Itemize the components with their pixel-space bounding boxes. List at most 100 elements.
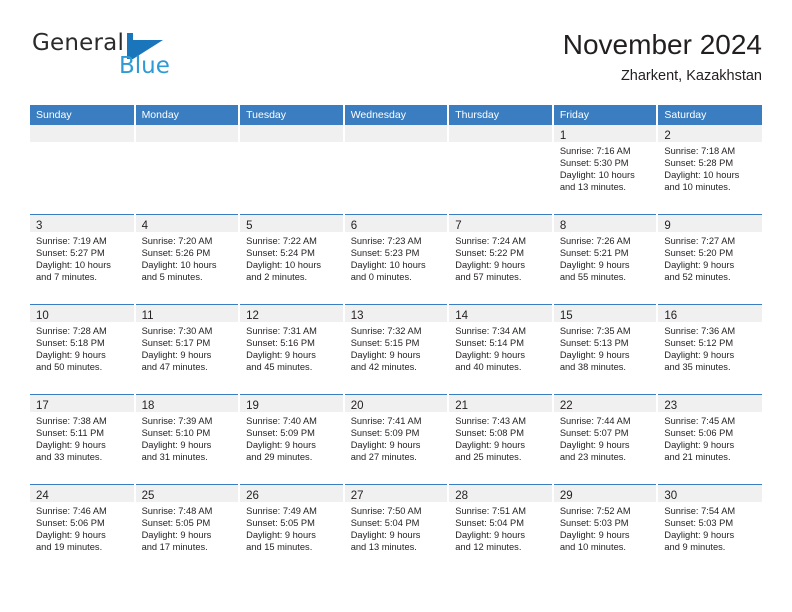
sunrise-text: Sunrise: 7:20 AM — [141, 236, 213, 246]
calendar-day-cell[interactable]: 21 Sunrise: 7:43 AM Sunset: 5:08 PM Dayligh… — [448, 394, 554, 485]
page-title: November 2024 — [562, 29, 762, 60]
day-number-band: 24 — [30, 485, 134, 502]
calendar-day-cell[interactable]: 15 Sunrise: 7:35 AM Sunset: 5:13 PM Dayligh… — [552, 304, 659, 395]
calendar-day-cell[interactable]: 13 Sunrise: 7:32 AM Sunset: 5:15 PM Dayligh… — [343, 304, 450, 395]
daylight-text: Daylight: 9 hours — [36, 530, 106, 541]
calendar-day-cell[interactable]: 16 Sunrise: 7:36 AM Sunset: 5:12 PM Dayligh… — [657, 304, 762, 395]
calendar-day-cell[interactable]: 11 Sunrise: 7:30 AM Sunset: 5:17 PM Dayligh… — [134, 304, 241, 395]
day-detail-block — [240, 142, 343, 145]
day-number-band: 12 — [240, 305, 343, 322]
day-number: 20 — [350, 400, 364, 412]
day-number-band: 11 — [135, 305, 239, 322]
calendar-day-cell[interactable]: 24 Sunrise: 7:46 AM Sunset: 5:06 PM Dayligh… — [30, 484, 136, 574]
calendar-day-cell[interactable]: 27 Sunrise: 7:50 AM Sunset: 5:04 PM Dayligh… — [343, 484, 450, 574]
calendar-day-cell[interactable]: 29 Sunrise: 7:52 AM Sunset: 5:03 PM Dayligh… — [552, 484, 659, 574]
sunrise-text: Sunrise: 7:39 AM — [141, 416, 213, 426]
calendar-day-cell[interactable]: 5 Sunrise: 7:22 AM Sunset: 5:24 PM Daylight… — [239, 214, 345, 305]
calendar-day-cell[interactable]: 22 Sunrise: 7:44 AM Sunset: 5:07 PM Dayligh… — [552, 394, 659, 485]
day-number: 15 — [559, 310, 573, 322]
daylight-text-cont: and 10 minutes. — [664, 182, 731, 193]
day-number: 25 — [141, 490, 155, 502]
day-detail-block: Sunrise: 7:49 AM Sunset: 5:05 PM Daylight:… — [240, 502, 343, 553]
brand-logo[interactable]: General Blue — [30, 30, 210, 86]
day-number-band: 25 — [135, 485, 239, 502]
daylight-text-cont: and 57 minutes. — [455, 272, 522, 283]
calendar-body: 1 Sunrise: 7:16 AM Sunset: 5:30 PM Daylight… — [30, 125, 762, 574]
day-number-band — [449, 125, 552, 142]
daylight-text: Daylight: 9 hours — [246, 530, 316, 541]
calendar-day-cell[interactable]: 23 Sunrise: 7:45 AM Sunset: 5:06 PM Dayligh… — [657, 394, 762, 485]
calendar-day-cell[interactable]: 26 Sunrise: 7:49 AM Sunset: 5:05 PM Dayligh… — [239, 484, 345, 574]
daylight-text: Daylight: 9 hours — [350, 440, 421, 451]
day-number: 8 — [559, 220, 567, 232]
day-number-band: 27 — [344, 485, 448, 502]
day-number: 9 — [664, 220, 671, 232]
calendar-week-row: 10 Sunrise: 7:28 AM Sunset: 5:18 PM Dayligh… — [30, 304, 762, 395]
title-block: November 2024 Zharkent, Kazakhstan — [563, 26, 762, 86]
day-detail-block: Sunrise: 7:50 AM Sunset: 5:04 PM Daylight:… — [345, 502, 448, 553]
calendar-day-cell[interactable]: 19 Sunrise: 7:40 AM Sunset: 5:09 PM Dayligh… — [239, 394, 345, 485]
calendar-day-cell[interactable]: 28 Sunrise: 7:51 AM Sunset: 5:04 PM Dayligh… — [448, 484, 554, 574]
calendar-day-cell[interactable]: 14 Sunrise: 7:34 AM Sunset: 5:14 PM Dayligh… — [448, 304, 554, 395]
day-detail-block: Sunrise: 7:40 AM Sunset: 5:09 PM Daylight:… — [240, 412, 343, 463]
sunrise-text: Sunrise: 7:26 AM — [559, 236, 631, 246]
weekday-header-monday: Monday — [134, 105, 241, 125]
calendar-day-cell[interactable]: 25 Sunrise: 7:48 AM Sunset: 5:05 PM Dayligh… — [134, 484, 241, 574]
calendar-day-cell[interactable]: 6 Sunrise: 7:23 AM Sunset: 5:23 PM Daylight… — [343, 214, 450, 305]
day-number: 18 — [141, 400, 155, 412]
calendar-week-row: 17 Sunrise: 7:38 AM Sunset: 5:11 PM Dayligh… — [30, 394, 762, 485]
day-detail-block: Sunrise: 7:44 AM Sunset: 5:07 PM Daylight:… — [554, 412, 657, 463]
calendar-week-row: 24 Sunrise: 7:46 AM Sunset: 5:06 PM Dayligh… — [30, 484, 762, 574]
sunrise-text: Sunrise: 7:16 AM — [559, 146, 631, 156]
calendar-day-cell[interactable]: 12 Sunrise: 7:31 AM Sunset: 5:16 PM Dayligh… — [239, 304, 345, 395]
calendar-day-cell[interactable]: 30 Sunrise: 7:54 AM Sunset: 5:03 PM Dayligh… — [657, 484, 762, 574]
sunrise-text: Sunrise: 7:27 AM — [664, 236, 736, 246]
day-number: 27 — [350, 490, 364, 502]
weekday-header-wednesday: Wednesday — [343, 105, 450, 125]
day-number-band: 1 — [553, 125, 657, 142]
daylight-text-cont: and 35 minutes. — [664, 362, 731, 373]
daylight-text-cont: and 2 minutes. — [246, 272, 308, 283]
calendar-day-cell[interactable]: 7 Sunrise: 7:24 AM Sunset: 5:22 PM Daylight… — [448, 214, 554, 305]
calendar-page: General Blue November 2024 Zharkent, Kaz… — [0, 0, 792, 612]
logo-word-general: General — [32, 30, 125, 56]
day-number-band: 3 — [30, 215, 134, 232]
daylight-text: Daylight: 9 hours — [455, 350, 526, 361]
calendar-day-cell[interactable]: 17 Sunrise: 7:38 AM Sunset: 5:11 PM Dayligh… — [30, 394, 136, 485]
calendar-day-cell[interactable]: 9 Sunrise: 7:27 AM Sunset: 5:20 PM Daylight… — [657, 214, 762, 305]
sunset-text: Sunset: 5:14 PM — [455, 338, 524, 349]
calendar-day-cell[interactable]: 3 Sunrise: 7:19 AM Sunset: 5:27 PM Daylight… — [30, 214, 136, 305]
calendar-day-cell[interactable]: 2 Sunrise: 7:18 AM Sunset: 5:28 PM Daylight… — [657, 125, 762, 215]
calendar-day-cell[interactable]: 8 Sunrise: 7:26 AM Sunset: 5:21 PM Daylight… — [552, 214, 659, 305]
daylight-text-cont: and 7 minutes. — [36, 272, 97, 283]
calendar-day-cell[interactable]: 20 Sunrise: 7:41 AM Sunset: 5:09 PM Dayligh… — [343, 394, 450, 485]
daylight-text: Daylight: 9 hours — [36, 440, 106, 451]
calendar-day-cell[interactable]: 18 Sunrise: 7:39 AM Sunset: 5:10 PM Dayligh… — [134, 394, 241, 485]
day-number: 7 — [455, 220, 462, 232]
day-detail-block — [345, 142, 448, 145]
daylight-text: Daylight: 9 hours — [246, 350, 316, 361]
daylight-text: Daylight: 10 hours — [36, 260, 111, 271]
calendar-header-row: Sunday Monday Tuesday Wednesday Thursday Frid… — [30, 105, 762, 125]
day-number-band: 4 — [135, 215, 239, 232]
day-number: 28 — [455, 490, 469, 502]
sunrise-text: Sunrise: 7:38 AM — [36, 416, 107, 426]
sunset-text: Sunset: 5:05 PM — [246, 518, 315, 529]
day-detail-block: Sunrise: 7:18 AM Sunset: 5:28 PM Daylight:… — [658, 142, 762, 193]
day-number-band: 10 — [30, 305, 134, 322]
weekday-header-friday: Friday — [552, 105, 659, 125]
calendar-day-cell[interactable]: 4 Sunrise: 7:20 AM Sunset: 5:26 PM Daylight… — [134, 214, 241, 305]
weekday-header-sunday: Sunday — [30, 105, 136, 125]
day-detail-block — [30, 142, 134, 145]
calendar-day-cell[interactable]: 1 Sunrise: 7:16 AM Sunset: 5:30 PM Daylight… — [552, 125, 659, 215]
day-detail-block: Sunrise: 7:45 AM Sunset: 5:06 PM Daylight:… — [658, 412, 762, 463]
day-detail-block: Sunrise: 7:38 AM Sunset: 5:11 PM Daylight:… — [30, 412, 134, 463]
day-number-band: 7 — [449, 215, 552, 232]
daylight-text-cont: and 19 minutes. — [36, 542, 103, 553]
daylight-text-cont: and 31 minutes. — [141, 452, 208, 463]
day-number-band: 14 — [449, 305, 552, 322]
day-detail-block — [136, 142, 239, 145]
day-number-band — [30, 125, 134, 142]
calendar-day-cell[interactable]: 10 Sunrise: 7:28 AM Sunset: 5:18 PM Dayligh… — [30, 304, 136, 395]
day-detail-block: Sunrise: 7:48 AM Sunset: 5:05 PM Daylight:… — [136, 502, 239, 553]
